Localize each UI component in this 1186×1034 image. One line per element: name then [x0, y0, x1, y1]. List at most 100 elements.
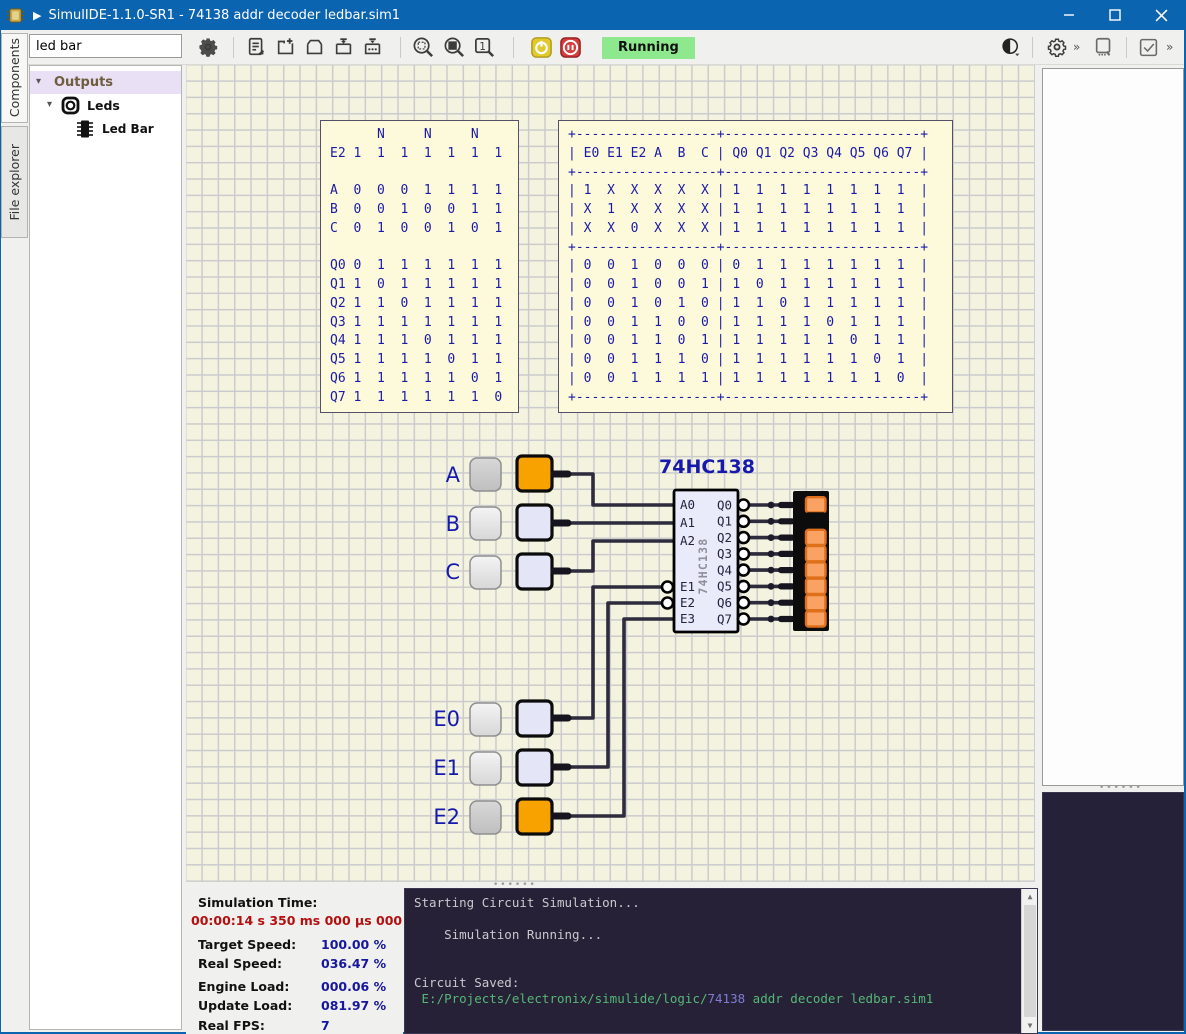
pause-button[interactable]: [557, 34, 583, 60]
theme-button[interactable]: [998, 34, 1024, 60]
tree-item-led-bar[interactable]: Led Bar: [30, 117, 181, 140]
path-highlight: 74138: [708, 991, 746, 1006]
save-circuit-button[interactable]: [331, 34, 357, 60]
scroll-up-icon[interactable]: ▲: [1022, 892, 1038, 901]
find-button[interactable]: [1091, 34, 1117, 60]
engine-load-label: Engine Load:: [198, 979, 289, 994]
toolbar-separator: [400, 37, 401, 58]
maximize-button[interactable]: [1092, 0, 1138, 30]
led-segment-1: [806, 514, 826, 529]
console-scrollbar[interactable]: ▲ ▼: [1021, 889, 1037, 1033]
pin-label-q0: Q0: [717, 497, 732, 512]
config-gear-icon: [1046, 36, 1068, 58]
pin-label-a0: A0: [680, 497, 695, 512]
push-button-c[interactable]: [470, 556, 501, 589]
update-load-value: 081.97 %: [321, 998, 386, 1013]
real-speed-label: Real Speed:: [198, 956, 282, 971]
tree-item-outputs[interactable]: ▾ Outputs: [30, 71, 181, 94]
chevron-down-icon[interactable]: ▾: [36, 76, 41, 87]
led-segment-5: [806, 579, 826, 594]
circuit-canvas[interactable]: N N N E2 1 1 1 1 1 1 1 A 0 0 0 1 1 1 1 B…: [186, 65, 1035, 882]
circuit-info-button[interactable]: [244, 34, 270, 60]
zoom-selected-button[interactable]: [410, 34, 436, 60]
titlebar[interactable]: ▶ SimulIDE-1.1.0-SR1 - 74138 addr decode…: [1, 0, 1184, 30]
scroll-down-icon[interactable]: ▼: [1022, 1021, 1038, 1030]
input-label-e1: E1: [433, 756, 460, 780]
checklist-button[interactable]: [1135, 34, 1161, 60]
open-circuit-button[interactable]: [302, 34, 328, 60]
real-speed-value: 036.47 %: [321, 956, 386, 971]
toolbar-separator: [1126, 37, 1127, 58]
console-line: Circuit Saved:: [414, 975, 519, 990]
led-segment-6: [806, 595, 826, 610]
tab-components[interactable]: Components: [1, 33, 28, 123]
toolbar: 1 Running: [1, 30, 1184, 65]
indicator-stubs: [554, 474, 568, 816]
indicator-e0[interactable]: [517, 701, 552, 736]
new-circuit-icon: [275, 36, 297, 58]
overflow-chevron[interactable]: »: [1166, 40, 1173, 54]
push-button-a[interactable]: [470, 458, 501, 491]
pin-label-e1: E1: [680, 579, 695, 594]
open-circuit-icon: [304, 36, 326, 58]
pin-label-q7: Q7: [717, 611, 732, 626]
tab-file-explorer[interactable]: File explorer: [1, 126, 28, 238]
save-as-circuit-icon: [362, 36, 384, 58]
simulation-stats-panel: Simulation Time: 00:00:14 s 350 ms 000 µ…: [186, 888, 403, 1034]
path-suffix: addr decoder ledbar.sim1: [745, 991, 933, 1006]
chevron-down-icon[interactable]: ▾: [47, 99, 52, 110]
pin-label-a2: A2: [680, 533, 695, 548]
push-button-b[interactable]: [470, 507, 501, 540]
input-label-e2: E2: [433, 805, 460, 829]
real-fps-label: Real FPS:: [198, 1018, 265, 1033]
status-badge: Running: [602, 37, 695, 59]
message-console: Starting Circuit Simulation... Simulatio…: [404, 888, 1038, 1034]
led-bar-icon: [75, 119, 95, 139]
zoom-selected-icon: [412, 36, 435, 59]
scrollbar-thumb[interactable]: [1024, 905, 1036, 1017]
close-button[interactable]: [1138, 0, 1184, 30]
push-button-e2[interactable]: [470, 801, 501, 834]
pause-icon: [560, 37, 581, 58]
zoom-one-button[interactable]: 1: [471, 34, 497, 60]
gear-icon: [197, 36, 219, 58]
app-window: ▶ SimulIDE-1.1.0-SR1 - 74138 addr decode…: [0, 0, 1186, 1034]
close-icon: [1155, 9, 1168, 22]
indicator-b[interactable]: [517, 505, 552, 540]
theme-icon: [1001, 37, 1021, 57]
indicator-e2[interactable]: [517, 799, 552, 834]
minimize-button[interactable]: [1046, 0, 1092, 30]
pin-label-q4: Q4: [717, 562, 732, 577]
state-indicators: [517, 456, 552, 834]
push-button-e0[interactable]: [470, 703, 501, 736]
push-buttons: [470, 458, 501, 834]
led-segment-3: [806, 546, 826, 561]
pin-label-q1: Q1: [717, 514, 732, 529]
wire-c: [569, 541, 674, 571]
indicator-c[interactable]: [517, 554, 552, 589]
indicator-a[interactable]: [517, 456, 552, 491]
power-button[interactable]: [528, 34, 554, 60]
wire-e0: [569, 587, 661, 718]
led-bar-pins: [781, 505, 792, 619]
zoom-fit-button[interactable]: [441, 34, 467, 60]
checkbox-icon: [1138, 37, 1159, 58]
config-gear-button[interactable]: [1044, 34, 1070, 60]
wire-junctions: [768, 502, 775, 623]
push-button-e1[interactable]: [470, 752, 501, 785]
find-icon: [1093, 36, 1115, 58]
new-circuit-button[interactable]: [273, 34, 299, 60]
toolbar-separator: [233, 37, 234, 58]
play-icon: ▶: [33, 9, 41, 22]
led-category-icon: [61, 96, 80, 115]
input-label-e0: E0: [433, 707, 460, 731]
overflow-chevron[interactable]: »: [1073, 40, 1080, 54]
save-as-circuit-button[interactable]: [360, 34, 386, 60]
component-tree: ▾ Outputs ▾ Leds Led Bar: [29, 65, 182, 1030]
led-segment-7: [806, 611, 826, 626]
led-segment-0: [806, 497, 826, 512]
tree-item-leds[interactable]: ▾ Leds: [30, 94, 181, 117]
component-search-input[interactable]: [29, 34, 182, 58]
indicator-e1[interactable]: [517, 750, 552, 785]
settings-button[interactable]: [195, 34, 221, 60]
